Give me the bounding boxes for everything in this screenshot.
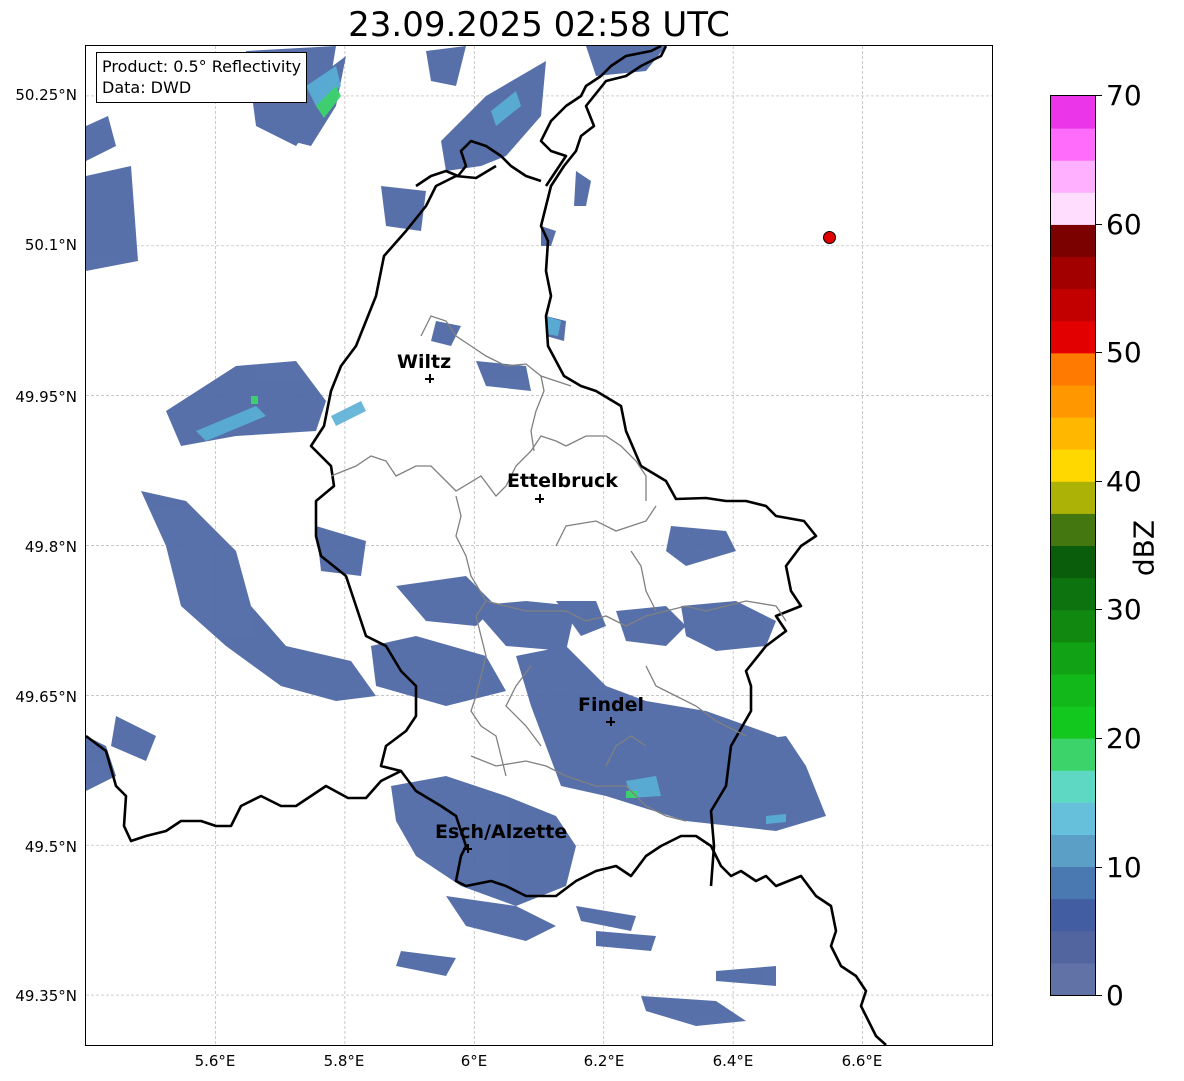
colorbar-swatch: [1051, 673, 1095, 707]
colorbar-swatch: [1051, 577, 1095, 611]
city-label-esch-alzette: Esch/Alzette: [435, 821, 568, 843]
echo-cell: [396, 951, 456, 976]
lat-tick-label: 49.35°N: [15, 987, 77, 1005]
colorbar-swatch: [1051, 160, 1095, 193]
colorbar-label: 50: [1106, 336, 1142, 369]
product-label: Product: 0.5° Reflectivity: [102, 57, 302, 76]
lon-tick-label: 6°E: [460, 1052, 488, 1070]
echo-cell: [426, 46, 466, 86]
colorbar-unit-label: dBZ: [1127, 519, 1161, 577]
colorbar-swatch: [1051, 770, 1095, 803]
colorbar-swatch: [1051, 898, 1095, 932]
echo-cell-moderate: [331, 401, 366, 426]
colorbar-tick: [1096, 995, 1102, 996]
colorbar-swatch: [1051, 802, 1095, 835]
echo-cell: [716, 966, 776, 986]
colorbar-swatch: [1051, 545, 1095, 579]
lat-tick-label: 50.25°N: [15, 86, 77, 104]
city-marker-esch-alzette: [463, 844, 472, 853]
echo-cell-strong: [251, 396, 258, 404]
map-title: 23.09.2025 02:58 UTC: [348, 5, 730, 45]
echo-cell: [596, 931, 656, 951]
colorbar-tick: [1096, 609, 1102, 610]
lon-tick-label: 5.6°E: [194, 1052, 236, 1070]
colorbar-swatch: [1051, 192, 1095, 225]
colorbar-swatch: [1051, 481, 1095, 514]
lon-tick-label: 6.2°E: [583, 1052, 625, 1070]
echo-cell: [381, 186, 426, 231]
echo-cell: [641, 996, 746, 1026]
echo-cell: [396, 576, 496, 626]
colorbar-tick: [1096, 224, 1102, 225]
colorbar-swatch: [1051, 320, 1095, 354]
echo-cell: [471, 601, 576, 651]
echo-cell: [574, 171, 591, 206]
colorbar-label: 60: [1106, 208, 1142, 241]
city-marker-ettelbruck: [535, 494, 544, 503]
colorbar: [1050, 95, 1096, 996]
colorbar-swatches: [1051, 96, 1095, 995]
city-marker-wiltz: [425, 374, 434, 383]
echo-cell: [446, 896, 556, 941]
colorbar-swatch: [1051, 224, 1095, 258]
radar-map[interactable]: Product: 0.5° Reflectivity Data: DWD Wil…: [85, 45, 993, 1046]
lat-tick-label: 49.8°N: [24, 538, 77, 556]
lat-tick-label: 49.95°N: [15, 388, 77, 406]
lon-tick-label: 6.6°E: [841, 1052, 883, 1070]
data-source-label: Data: DWD: [102, 78, 192, 97]
colorbar-swatch: [1051, 256, 1095, 290]
city-label-findel: Findel: [578, 694, 645, 716]
colorbar-label: 10: [1106, 851, 1142, 884]
colorbar-tick: [1096, 738, 1102, 739]
colorbar-tick: [1096, 481, 1102, 482]
map-canvas: [86, 46, 992, 1045]
echo-cell: [666, 526, 736, 566]
echo-cell: [141, 491, 376, 701]
radar-station-marker[interactable]: [823, 231, 836, 244]
colorbar-swatch: [1051, 866, 1095, 900]
echo-cell: [576, 906, 636, 931]
colorbar-swatch: [1051, 609, 1095, 643]
colorbar-swatch: [1051, 513, 1095, 546]
colorbar-swatch: [1051, 417, 1095, 450]
colorbar-label: 20: [1106, 722, 1142, 755]
echo-cell: [111, 716, 156, 761]
lon-tick-label: 6.4°E: [712, 1052, 754, 1070]
colorbar-swatch: [1051, 352, 1095, 386]
colorbar-label: 70: [1106, 79, 1142, 112]
colorbar-swatch: [1051, 128, 1095, 161]
colorbar-label: 40: [1106, 465, 1142, 498]
colorbar-tick: [1096, 867, 1102, 868]
colorbar-swatch: [1051, 834, 1095, 868]
colorbar-swatch: [1051, 738, 1095, 771]
lat-tick-label: 50.1°N: [24, 236, 77, 254]
echo-cell: [431, 321, 461, 346]
colorbar-swatch: [1051, 962, 1095, 995]
lon-tick-label: 5.8°E: [323, 1052, 365, 1070]
colorbar-tick: [1096, 95, 1102, 96]
colorbar-swatch: [1051, 288, 1095, 322]
city-label-ettelbruck: Ettelbruck: [507, 470, 618, 492]
colorbar-label: 30: [1106, 593, 1142, 626]
colorbar-label: 0: [1106, 979, 1124, 1012]
city-marker-findel: [606, 717, 615, 726]
colorbar-swatch: [1051, 641, 1095, 675]
echo-cell: [316, 526, 366, 576]
echo-cell: [86, 116, 116, 161]
colorbar-swatch: [1051, 930, 1095, 964]
lat-tick-label: 49.5°N: [24, 838, 77, 856]
colorbar-swatch: [1051, 706, 1095, 739]
echo-cell: [476, 361, 531, 391]
colorbar-swatch: [1051, 384, 1095, 418]
city-label-wiltz: Wiltz: [397, 351, 452, 373]
echo-cell: [166, 361, 326, 446]
lat-tick-label: 49.65°N: [15, 688, 77, 706]
colorbar-swatch: [1051, 449, 1095, 482]
echo-cell: [86, 166, 138, 271]
colorbar-swatch: [1051, 96, 1095, 129]
product-info-box: Product: 0.5° Reflectivity Data: DWD: [96, 52, 308, 103]
colorbar-tick: [1096, 352, 1102, 353]
